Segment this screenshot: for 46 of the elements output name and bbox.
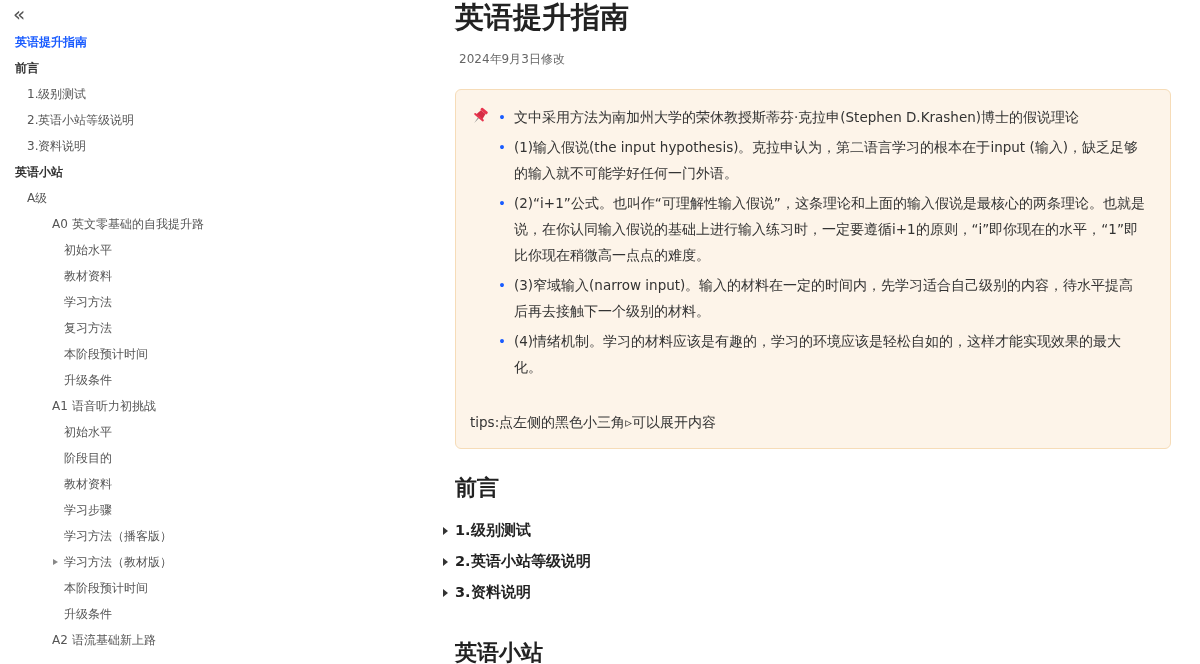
expand-triangle-icon[interactable] [443,526,448,535]
sidebar-item[interactable]: 学习方法（教材版） [64,553,172,571]
sidebar-item[interactable]: 本阶段预计时间 [64,579,148,597]
bullet-text: (1)输入假说(the input hypothesis)。克拉申认为，第二语言学习的根本在于input (输入)，缺乏足够的输入就不可能学好任何一门外语。 [513,138,1139,183]
tip-text: tips:点左侧的黑色小三角▹可以展开内容 [470,414,716,432]
page-title: 英语提升指南 [455,0,629,34]
expand-triangle-icon[interactable] [443,588,448,597]
sidebar-item[interactable]: 初始水平 [64,423,112,441]
sidebar-item[interactable]: 本阶段预计时间 [64,345,148,363]
section-heading: 前言 [455,474,499,502]
sidebar-item[interactable]: 2.英语小站等级说明 [27,111,135,129]
sidebar-item[interactable]: 学习方法（播客版） [64,527,172,545]
sidebar-item[interactable]: 教材资料 [64,267,112,285]
bullet-marker: • [498,276,506,295]
sidebar-item[interactable]: 升级条件 [64,371,112,389]
sidebar-item[interactable]: 升级条件 [64,605,112,623]
toggle-heading[interactable]: 1.级别测试 [455,521,531,540]
bullet-marker: • [498,108,506,127]
toggle-heading[interactable]: 2.英语小站等级说明 [455,552,591,571]
sidebar-item[interactable]: 英语小站 [15,163,63,181]
sidebar-item[interactable]: 教材资料 [64,475,112,493]
sidebar-item[interactable]: 复习方法 [64,319,112,337]
bullet-marker: • [498,138,506,157]
toggle-heading[interactable]: 3.资料说明 [455,583,531,602]
sidebar-item[interactable]: 前言 [15,59,39,77]
modified-date: 2024年9月3日修改 [459,51,565,68]
sidebar-item[interactable]: 1.级别测试 [27,85,87,103]
sidebar-item[interactable]: 英语提升指南 [15,33,87,51]
sidebar-item[interactable]: A1 语音听力初挑战 [52,397,156,415]
expand-triangle-icon[interactable] [443,557,448,566]
sidebar-item[interactable]: 阶段目的 [64,449,112,467]
sidebar-item[interactable]: A0 英文零基础的自我提升路 [52,215,204,233]
sidebar-item[interactable]: A2 语流基础新上路 [52,631,156,649]
bullet-text: (4)情绪机制。学习的材料应该是有趣的，学习的环境应该是轻松自如的，这样才能实现效果的最大化。 [513,332,1123,377]
sidebar-item[interactable]: A级 [27,189,48,207]
sidebar-item[interactable]: 初始水平 [64,241,112,259]
bullet-text: (3)窄域输入(narrow input)。输入的材料在一定的时间内，先学习适合自己级别的内容，待水平提高后再去接触下一个级别的材料。 [513,276,1135,321]
sidebar-item[interactable]: 学习步骤 [64,501,112,519]
sidebar-item[interactable]: 3.资料说明 [27,137,87,155]
bullet-marker: • [498,194,506,213]
sidebar-item[interactable]: 学习方法 [64,293,112,311]
bullet-text: 文中采用方法为南加州大学的荣休教授斯蒂芬·克拉申(Stephen D.Krashen)博士的假说理论 [513,108,1080,127]
bullet-text: (2)“i+1”公式。也叫作“可理解性输入假说”，这条理论和上面的输入假说是最核心的两条理论。也就是说，在你认同输入假说的基础上进行输入练习时，一定要遵循i+1的原则，“i”即你现在的水平，“1”即比你现在稍微高一点点的难度。 [513,194,1146,265]
collapse-sidebar-button[interactable]: « [13,4,26,24]
bullet-marker: • [498,332,506,351]
section-heading: 英语小站 [455,639,543,664]
